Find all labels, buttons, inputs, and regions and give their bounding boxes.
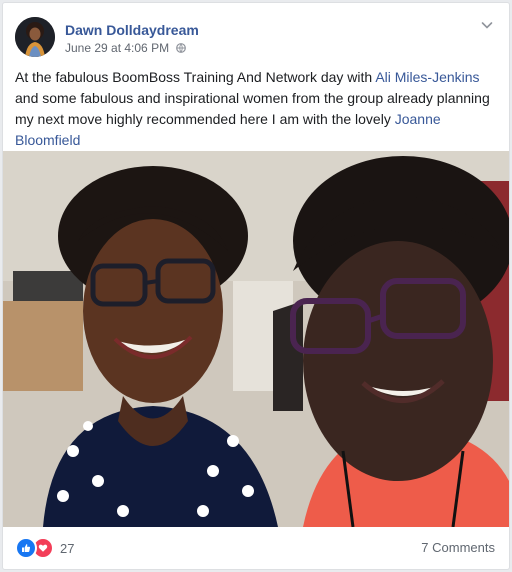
post-text: At the fabulous BoomBoss Training And Ne…	[15, 67, 497, 151]
like-icon	[15, 537, 37, 559]
reactions-summary[interactable]: 27	[15, 537, 75, 559]
post-text-part: At the fabulous BoomBoss Training And Ne…	[15, 69, 376, 85]
tagged-user-link[interactable]: Ali Miles-Jenkins	[375, 69, 479, 85]
reaction-count: 27	[60, 540, 75, 556]
globe-icon	[176, 42, 187, 53]
author-name[interactable]: Dawn Dolldaydream	[65, 22, 199, 38]
post-photo[interactable]	[3, 151, 509, 527]
post-meta: June 29 at 4:06 PM	[65, 41, 187, 55]
author-avatar[interactable]	[15, 17, 55, 57]
chevron-down-icon[interactable]	[479, 17, 495, 33]
comments-count-link[interactable]: 7 Comments	[421, 540, 495, 555]
timestamp[interactable]: June 29 at 4:06 PM	[65, 41, 169, 55]
post-footer: 27 7 Comments	[3, 527, 509, 569]
post-card: Dawn Dolldaydream June 29 at 4:06 PM At …	[2, 2, 510, 570]
